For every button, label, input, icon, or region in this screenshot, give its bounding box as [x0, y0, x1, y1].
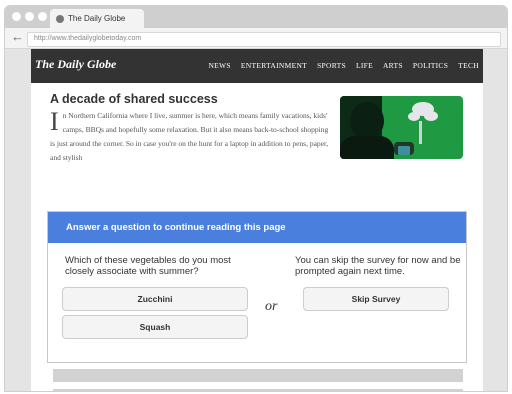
survey-title: Answer a question to continue reading th…: [66, 222, 286, 233]
text-placeholder-line: [53, 389, 463, 391]
tab-title: The Daily Globe: [68, 14, 126, 23]
survey-question: Which of these vegetables do you most cl…: [65, 255, 231, 277]
globe-icon: [56, 14, 64, 23]
nav-sports[interactable]: SPORTS: [317, 61, 346, 70]
page-viewport: The Daily Globe NEWS ENTERTAINMENT SPORT…: [5, 49, 507, 391]
or-separator: or: [265, 299, 278, 314]
site-logo[interactable]: The Daily Globe: [35, 57, 116, 72]
site-nav: NEWS ENTERTAINMENT SPORTS LIFE ARTS POLI…: [198, 61, 483, 70]
arrow-left-icon[interactable]: ←: [11, 30, 24, 44]
nav-politics[interactable]: POLITICS: [413, 61, 448, 70]
window-close-dot[interactable]: [12, 12, 21, 21]
skip-survey-text: You can skip the survey for now and be p…: [295, 255, 461, 277]
article-body-text: n Northern California where I live, summ…: [50, 111, 329, 162]
skip-survey-button[interactable]: Skip Survey: [303, 287, 449, 311]
survey-panel: Answer a question to continue reading th…: [47, 211, 467, 363]
nav-arts[interactable]: ARTS: [383, 61, 403, 70]
nav-entertainment[interactable]: ENTERTAINMENT: [241, 61, 307, 70]
site-header: The Daily Globe NEWS ENTERTAINMENT SPORT…: [31, 49, 483, 83]
nav-tech[interactable]: TECH: [458, 61, 479, 70]
text-placeholder-line: [53, 369, 463, 382]
drop-cap: I: [50, 107, 59, 136]
nav-life[interactable]: LIFE: [356, 61, 373, 70]
photo-person-head: [350, 102, 384, 140]
browser-navbar: ← http://www.thedailyglobetoday.com: [5, 28, 507, 49]
survey-header: Answer a question to continue reading th…: [48, 212, 466, 243]
photo-smoke-stem: [419, 121, 422, 144]
article-card: A decade of shared success In Northern C…: [31, 83, 483, 391]
photo-phone: [398, 146, 410, 155]
browser-window: The Daily Globe ← http://www.thedailyglo…: [4, 5, 508, 392]
nav-news[interactable]: NEWS: [208, 61, 230, 70]
browser-tab[interactable]: The Daily Globe: [50, 9, 144, 28]
article-photo: [340, 96, 463, 159]
answer-squash-button[interactable]: Squash: [62, 315, 248, 339]
window-minimize-dot[interactable]: [25, 12, 34, 21]
browser-titlebar: The Daily Globe: [5, 6, 507, 28]
url-text: http://www.thedailyglobetoday.com: [34, 35, 142, 42]
address-bar[interactable]: http://www.thedailyglobetoday.com: [27, 32, 501, 47]
window-maximize-dot[interactable]: [38, 12, 47, 21]
article-headline: A decade of shared success: [50, 92, 218, 106]
photo-person-body: [340, 136, 394, 159]
article-body: In Northern California where I live, sum…: [50, 109, 330, 165]
answer-zucchini-button[interactable]: Zucchini: [62, 287, 248, 311]
photo-smoke-cloud: [424, 111, 438, 121]
photo-smoke-cloud: [408, 112, 420, 121]
